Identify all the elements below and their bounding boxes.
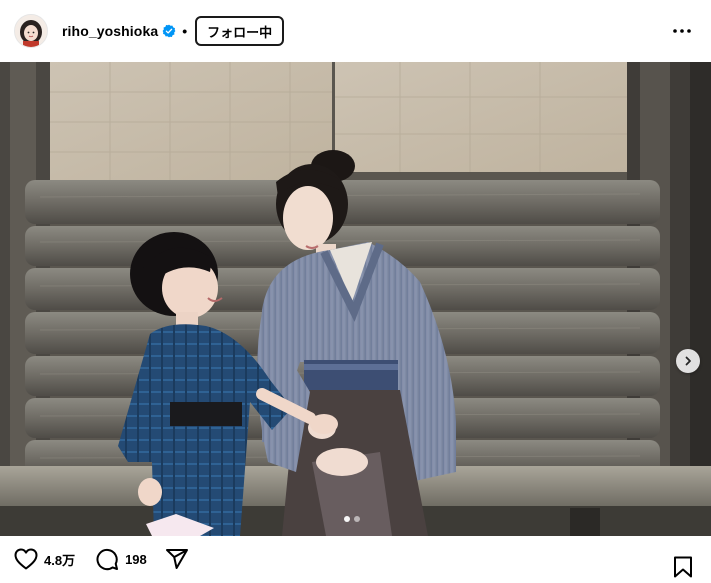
- comment-bubble-icon: [96, 548, 119, 571]
- comment-count: 198: [125, 551, 147, 567]
- share-button[interactable]: [165, 547, 189, 571]
- post-photo[interactable]: [0, 62, 711, 536]
- carousel-dot-2: [354, 516, 360, 522]
- like-count: 4.8万: [44, 552, 76, 568]
- comment-button[interactable]: [95, 547, 119, 571]
- paper-plane-icon: [165, 549, 188, 569]
- like-button[interactable]: [14, 548, 38, 570]
- separator-dot: •: [182, 23, 188, 39]
- username[interactable]: riho_yoshioka: [62, 23, 158, 39]
- more-options-icon[interactable]: [673, 22, 691, 40]
- heart-icon: [14, 548, 38, 570]
- following-button[interactable]: フォロー中: [195, 16, 285, 46]
- avatar-image: [15, 15, 47, 47]
- chevron-right-icon: [685, 356, 691, 366]
- save-button[interactable]: [673, 556, 693, 583]
- post-header: riho_yoshioka • フォロー中: [0, 0, 711, 62]
- avatar[interactable]: [14, 14, 48, 48]
- carousel-dot-1: [344, 516, 350, 522]
- photo-illustration: [0, 62, 711, 536]
- carousel-next-button[interactable]: [676, 349, 700, 373]
- action-bar: 4.8万 198: [0, 536, 711, 582]
- verified-badge-icon: [162, 24, 176, 38]
- carousel-indicator: [344, 516, 360, 522]
- bookmark-icon: [674, 556, 692, 578]
